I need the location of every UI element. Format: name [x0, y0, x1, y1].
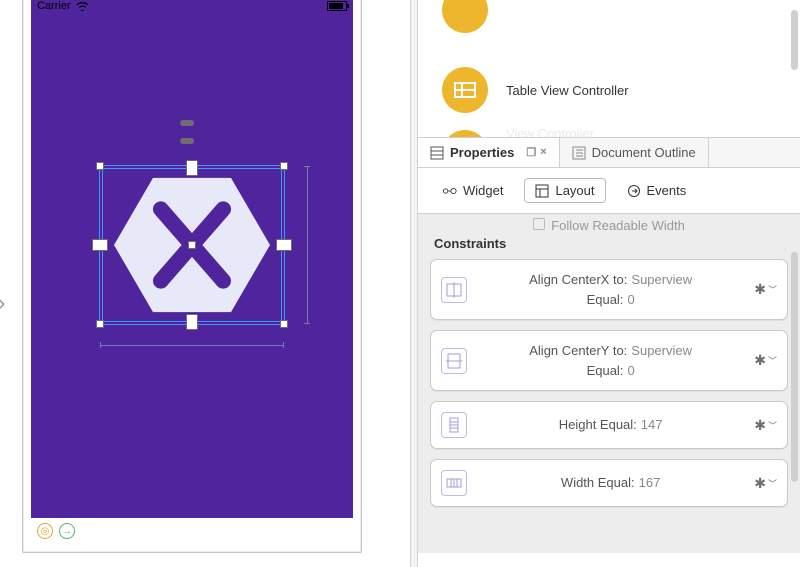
close-icon[interactable]: × [540, 146, 546, 159]
resize-handle[interactable] [92, 239, 108, 251]
constraint-body: Align CenterX to:Superview Equal:0 [477, 270, 744, 309]
scrollbar[interactable] [790, 252, 798, 545]
follow-label: Follow Readable Width [551, 218, 685, 226]
nav-prev-arrow[interactable]: › [0, 290, 5, 316]
resize-handle[interactable] [186, 160, 198, 176]
subtab-label: Events [647, 183, 687, 198]
library-item-label: View Controller [506, 126, 594, 139]
follow-readable-width-row[interactable]: Follow Readable Width [430, 214, 788, 230]
object-library[interactable]: Table View Controller View Controller [418, 0, 800, 138]
height-constraint-icon [441, 412, 467, 438]
align-centerx-icon [441, 277, 467, 303]
scene-dock: ◎ → [31, 518, 353, 544]
constraint-card[interactable]: Align CenterX to:Superview Equal:0 ✱﹀ [430, 259, 788, 320]
tableview-controller-icon [442, 67, 488, 113]
constraint-card[interactable]: Align CenterY to:Superview Equal:0 ✱﹀ [430, 330, 788, 391]
subtab-widget[interactable]: Widget [432, 178, 514, 203]
subtab-label: Layout [555, 183, 594, 198]
tab-document-outline[interactable]: Document Outline [560, 138, 709, 167]
gear-icon[interactable]: ✱﹀ [754, 475, 777, 492]
constraint-card[interactable]: Height Equal:147 ✱﹀ [430, 401, 788, 449]
constraint-body: Height Equal:147 [477, 415, 744, 435]
tab-label: Properties [450, 145, 514, 160]
resize-handle[interactable] [186, 314, 198, 330]
events-icon [627, 184, 641, 198]
align-centery-icon [441, 348, 467, 374]
selected-imageview[interactable] [99, 165, 285, 325]
resize-handle[interactable] [96, 162, 104, 170]
center-handle[interactable] [188, 241, 196, 249]
subtab-label: Widget [463, 183, 503, 198]
widget-icon [443, 184, 457, 198]
device-frame: Carrier [22, 0, 362, 553]
checkbox[interactable] [533, 218, 545, 230]
detach-icon[interactable]: ❐ [526, 146, 536, 159]
gear-icon[interactable]: ✱﹀ [754, 417, 777, 434]
width-constraint-icon [441, 470, 467, 496]
constraint-body: Align CenterY to:Superview Equal:0 [477, 341, 744, 380]
resize-handle[interactable] [280, 320, 288, 328]
properties-icon [430, 146, 444, 160]
tab-properties[interactable]: Properties ❐ × [418, 138, 560, 167]
right-panel: Table View Controller View Controller Pr… [418, 0, 800, 567]
inspector-subtabs: Widget Layout Events [418, 168, 800, 213]
subtab-layout[interactable]: Layout [524, 178, 605, 203]
library-item-label: Table View Controller [506, 83, 629, 98]
constraints-header: Constraints [430, 230, 788, 259]
tab-label: Document Outline [592, 145, 696, 160]
layout-panel: Follow Readable Width Constraints Align … [418, 213, 800, 553]
height-measure-icon [307, 166, 308, 324]
library-item[interactable]: View Controller [442, 120, 790, 138]
device-screen[interactable]: Carrier [31, 0, 353, 518]
carrier-label: Carrier [37, 0, 71, 12]
constraint-bone-icon [180, 120, 194, 126]
splitter[interactable] [410, 0, 418, 567]
controller-icon [442, 0, 488, 33]
gear-icon[interactable]: ✱﹀ [754, 281, 777, 298]
layout-icon [535, 184, 549, 198]
status-bar: Carrier [31, 0, 353, 15]
resize-handle[interactable] [276, 239, 292, 251]
constraint-bone-icon [180, 138, 194, 144]
exitpoint-icon[interactable]: → [59, 523, 75, 539]
wifi-icon [76, 1, 89, 11]
outline-icon [572, 146, 586, 160]
resize-handle[interactable] [280, 162, 288, 170]
constraint-body: Width Equal:167 [477, 473, 744, 493]
gear-icon[interactable]: ✱﹀ [754, 352, 777, 369]
library-item[interactable]: Table View Controller [442, 60, 790, 120]
view-controller-icon [442, 130, 488, 138]
constraint-card[interactable]: Width Equal:167 ✱﹀ [430, 459, 788, 507]
library-item[interactable] [442, 0, 790, 60]
inspector-tabs: Properties ❐ × Document Outline [418, 138, 800, 168]
entrypoint-icon[interactable]: ◎ [37, 523, 53, 539]
width-measure-icon [100, 345, 284, 346]
scrollbar[interactable] [790, 0, 798, 137]
battery-icon [327, 1, 347, 11]
resize-handle[interactable] [96, 320, 104, 328]
canvas-area: › Carrier [0, 0, 410, 567]
subtab-events[interactable]: Events [616, 178, 698, 203]
